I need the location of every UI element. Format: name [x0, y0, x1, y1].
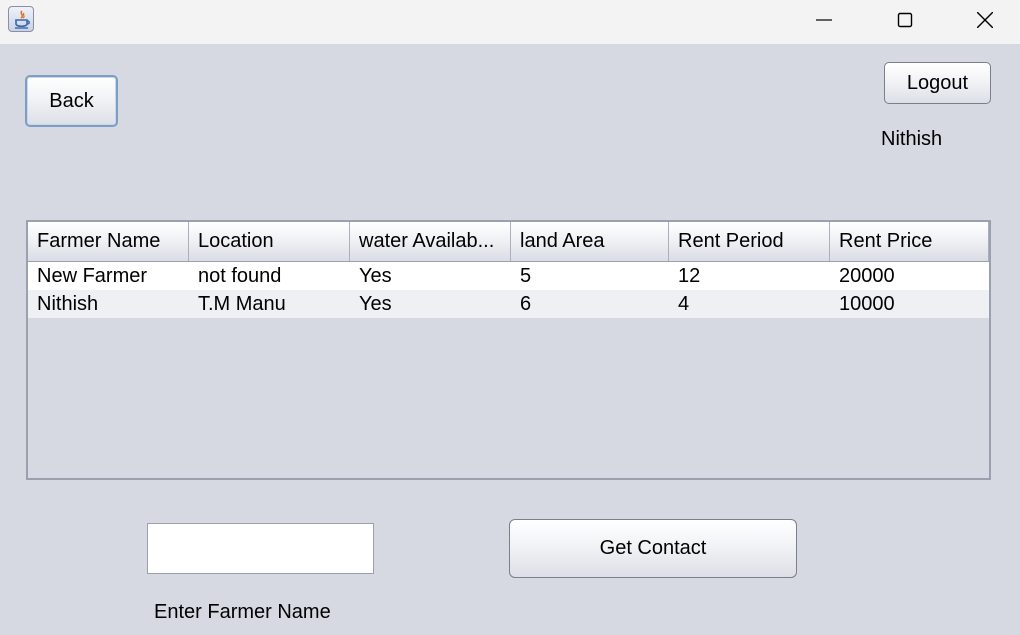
- title-bar: [0, 0, 1020, 44]
- cell-water-availability: Yes: [359, 265, 392, 287]
- close-button[interactable]: [962, 0, 1008, 40]
- cell-rent-price: 20000: [839, 265, 895, 287]
- column-header-rent-price[interactable]: Rent Price: [830, 222, 989, 261]
- cell-location: not found: [198, 265, 282, 287]
- cell-land-area: 6: [520, 293, 532, 315]
- maximize-button[interactable]: [882, 0, 928, 40]
- column-header-land-area[interactable]: land Area: [511, 222, 669, 261]
- cell-water-availability: Yes: [359, 293, 392, 315]
- table-row[interactable]: Nithish T.M Manu Yes 6 4 10000: [28, 290, 989, 318]
- app-window: Back Logout Nithish Farmer Name Location…: [0, 0, 1020, 635]
- minimize-icon: [816, 19, 832, 21]
- minimize-button[interactable]: [801, 0, 847, 40]
- table-row[interactable]: New Farmer not found Yes 5 12 20000: [28, 262, 989, 290]
- get-contact-button[interactable]: Get Contact: [509, 519, 797, 578]
- cell-location: T.M Manu: [198, 293, 286, 315]
- column-header-water-availability[interactable]: water Availab...: [350, 222, 511, 261]
- column-header-location[interactable]: Location: [189, 222, 350, 261]
- column-header-farmer-name[interactable]: Farmer Name: [28, 222, 189, 261]
- maximize-icon: [897, 12, 913, 28]
- cell-farmer-name: Nithish: [37, 293, 99, 315]
- close-icon: [977, 12, 993, 28]
- java-coffee-cup-icon[interactable]: [8, 6, 34, 32]
- cell-land-area: 5: [520, 265, 532, 287]
- cell-rent-period: 12: [678, 265, 701, 287]
- logged-in-username: Nithish: [881, 128, 943, 150]
- back-button[interactable]: Back: [25, 75, 118, 127]
- column-header-rent-period[interactable]: Rent Period: [669, 222, 830, 261]
- farmer-table[interactable]: Farmer Name Location water Availab... la…: [26, 220, 991, 480]
- cell-rent-price: 10000: [839, 293, 895, 315]
- cell-rent-period: 4: [678, 293, 690, 315]
- farmer-name-label: Enter Farmer Name: [154, 601, 331, 623]
- logout-button[interactable]: Logout: [884, 62, 991, 104]
- cell-farmer-name: New Farmer: [37, 265, 148, 287]
- farmer-name-input[interactable]: [147, 523, 374, 574]
- table-header: Farmer Name Location water Availab... la…: [28, 222, 989, 262]
